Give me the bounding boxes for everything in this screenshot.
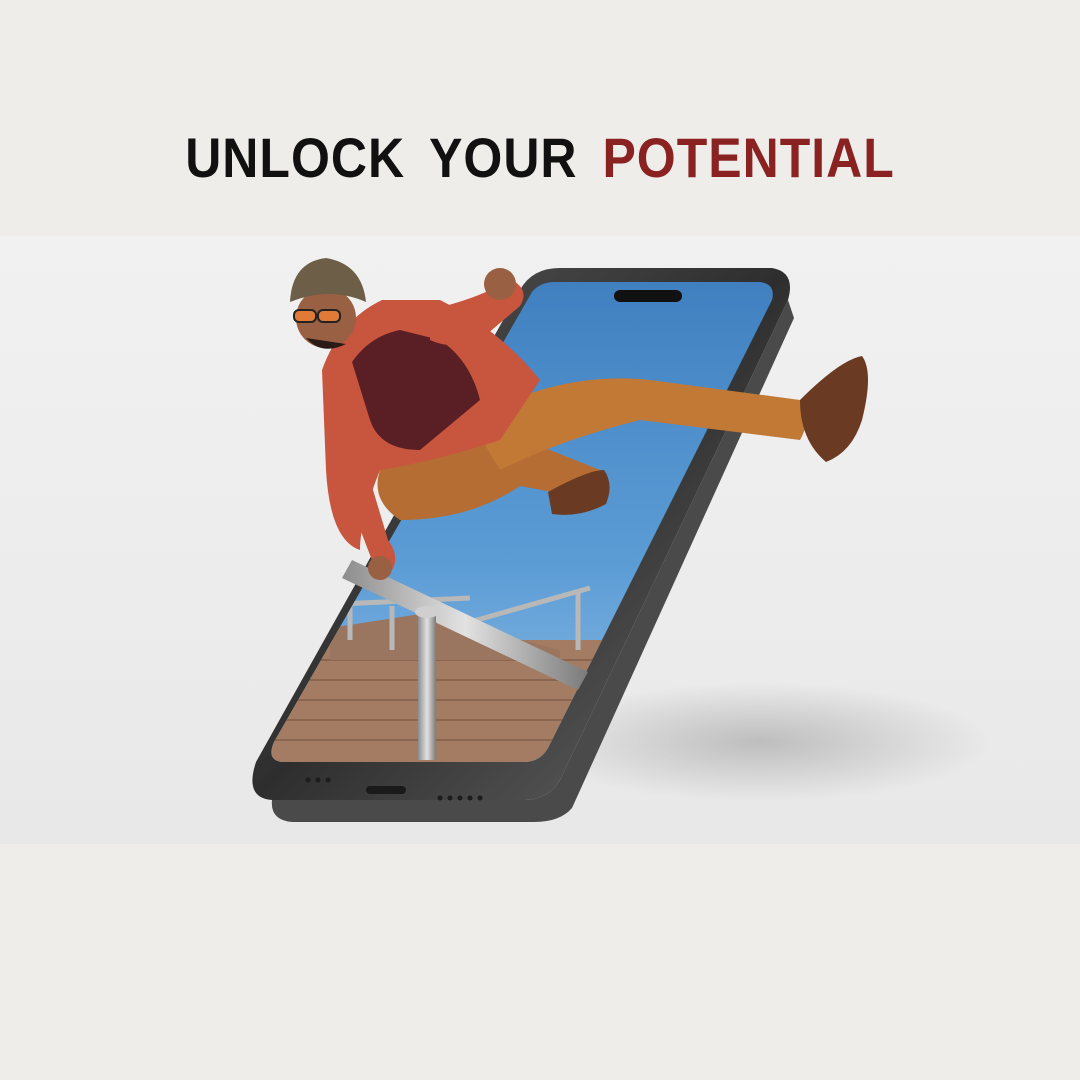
headline-word-unlock: UNLOCK — [185, 126, 406, 190]
headline: UNLOCK YOUR POTENTIAL — [0, 113, 1080, 203]
phone-jump-illustration — [252, 258, 990, 822]
headline-word-your: YOUR — [429, 126, 578, 190]
headline-word-potential: POTENTIAL — [602, 126, 895, 190]
hero-photo — [0, 236, 1080, 844]
charging-port — [366, 786, 406, 794]
